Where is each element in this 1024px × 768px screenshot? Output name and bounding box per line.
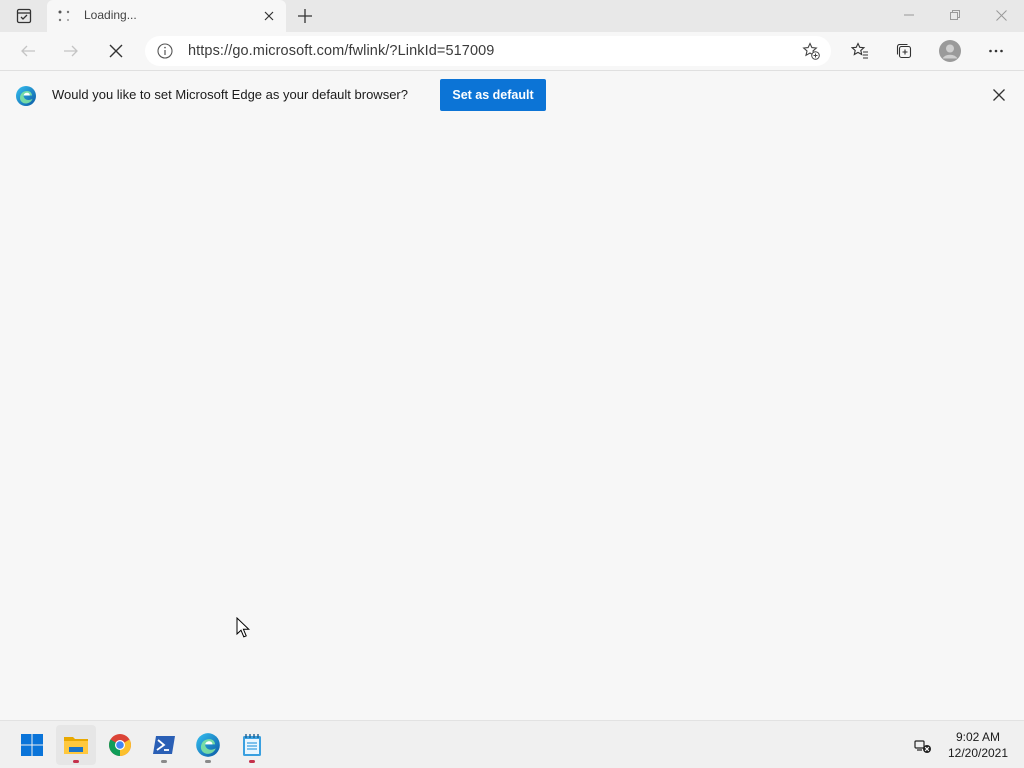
edge-icon (16, 86, 36, 106)
taskbar-powershell[interactable] (144, 725, 184, 765)
mouse-cursor-icon (236, 617, 250, 638)
back-button[interactable] (14, 37, 42, 65)
new-tab-button[interactable] (293, 5, 317, 27)
folder-icon (64, 737, 88, 754)
windows-start-icon (21, 734, 43, 756)
taskbar-chrome[interactable] (100, 725, 140, 765)
tab-actions-button[interactable] (10, 6, 38, 26)
stop-loading-button[interactable] (102, 37, 130, 65)
clock-date: 12/20/2021 (947, 746, 1009, 760)
clock-time: 9:02 AM (955, 730, 1001, 744)
info-icon[interactable] (157, 43, 173, 59)
restore-icon (950, 10, 960, 20)
infobar-close-button[interactable] (990, 86, 1008, 104)
powershell-icon (153, 736, 175, 754)
start-button[interactable] (12, 725, 52, 765)
arrow-left-icon (21, 45, 35, 57)
infobar-message: Would you like to set Microsoft Edge as … (52, 87, 408, 102)
address-bar[interactable]: https://go.microsoft.com/fwlink/?LinkId=… (145, 36, 831, 66)
url-text[interactable]: https://go.microsoft.com/fwlink/?LinkId=… (188, 43, 494, 59)
taskbar-edge[interactable] (188, 725, 228, 765)
page-content-area[interactable] (0, 119, 1024, 719)
close-icon (995, 9, 1007, 21)
minimize-button[interactable] (886, 0, 932, 30)
default-browser-infobar: Would you like to set Microsoft Edge as … (0, 71, 1024, 119)
minimize-icon (904, 14, 914, 16)
add-favorite-icon[interactable] (802, 42, 820, 60)
edge-icon (196, 733, 220, 757)
collections-button[interactable] (890, 37, 918, 65)
network-disconnected-icon[interactable] (914, 737, 932, 755)
more-icon (989, 49, 1003, 53)
close-icon (264, 11, 274, 21)
close-icon (993, 89, 1005, 101)
taskbar-file-explorer[interactable] (56, 725, 96, 765)
settings-and-more-button[interactable] (982, 37, 1010, 65)
tab-actions-icon (16, 8, 32, 24)
arrow-right-icon (64, 45, 78, 57)
forward-button[interactable] (57, 37, 85, 65)
profile-button[interactable] (936, 37, 964, 65)
restore-button[interactable] (932, 0, 978, 30)
system-clock[interactable]: 9:02 AM 12/20/2021 (940, 729, 1016, 761)
collections-icon (896, 43, 912, 59)
tab-title: Loading... (84, 8, 137, 22)
running-indicator (205, 760, 211, 763)
set-as-default-button[interactable]: Set as default (440, 79, 546, 111)
taskbar: 9:02 AM 12/20/2021 (0, 720, 1024, 768)
notepad-icon (243, 734, 261, 756)
loading-spinner-icon (58, 10, 70, 22)
running-indicator (161, 760, 167, 763)
tab-close-button[interactable] (261, 8, 277, 24)
favorites-icon (851, 42, 868, 59)
favorites-button[interactable] (846, 37, 874, 65)
tab-active[interactable]: Loading... (47, 0, 286, 32)
title-bar: Loading... (0, 0, 1024, 32)
taskbar-notepad[interactable] (232, 725, 272, 765)
plus-icon (298, 9, 312, 23)
avatar-icon (939, 40, 961, 62)
navigation-toolbar: https://go.microsoft.com/fwlink/?LinkId=… (0, 32, 1024, 70)
close-icon (109, 44, 123, 58)
running-indicator (249, 760, 255, 763)
window-close-button[interactable] (978, 0, 1024, 30)
running-indicator (73, 760, 79, 763)
chrome-icon (109, 734, 131, 756)
